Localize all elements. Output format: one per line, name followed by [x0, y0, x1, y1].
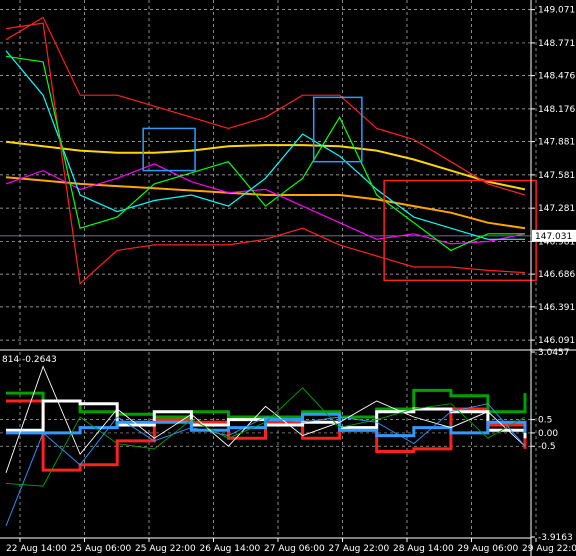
oscillator-tick-label: -3.9163	[538, 533, 573, 543]
time-tick-label: 26 Aug 14:00	[200, 544, 261, 554]
current-price-label: 147.031	[535, 232, 572, 242]
price-tick-label: 147.581	[538, 171, 575, 181]
time-tick-label: 28 Aug 14:00	[393, 544, 454, 554]
price-tick-label: 146.091	[538, 336, 575, 346]
time-tick-label: 22 Aug 14:00	[6, 544, 67, 554]
time-tick-label: 25 Aug 06:00	[71, 544, 132, 554]
price-tick-label: 148.771	[538, 39, 575, 49]
oscillator-tick-label: 0.00	[538, 429, 558, 439]
time-tick-label: 27 Aug 06:00	[264, 544, 325, 554]
price-tick-label: 148.476	[538, 72, 575, 82]
price-tick-label: 146.391	[538, 303, 575, 313]
time-tick-label: 29 Aug 06:00	[458, 544, 519, 554]
time-tick-label: 25 Aug 22:00	[135, 544, 196, 554]
price-tick-label: 148.176	[538, 105, 575, 115]
price-tick-label: 147.281	[538, 204, 575, 214]
time-tick-label: 27 Aug 22:00	[329, 544, 390, 554]
price-tick-label: 147.881	[538, 138, 575, 148]
trading-chart: 22 Aug 14:00 25 Aug 06:00 25 Aug 22:00 26 A…	[0, 0, 576, 556]
oscillator-header-label: 814 -0.2643	[2, 355, 57, 365]
oscillator-tick-label: -0.5	[538, 442, 556, 452]
oscillator-tick-label: 3.0457	[538, 348, 570, 358]
price-tick-label: 149.071	[538, 6, 575, 16]
oscillator-tick-label: 0.5	[538, 416, 552, 426]
price-tick-label: 146.686	[538, 270, 575, 280]
time-tick-label: 29 Aug 22:00	[522, 544, 576, 554]
